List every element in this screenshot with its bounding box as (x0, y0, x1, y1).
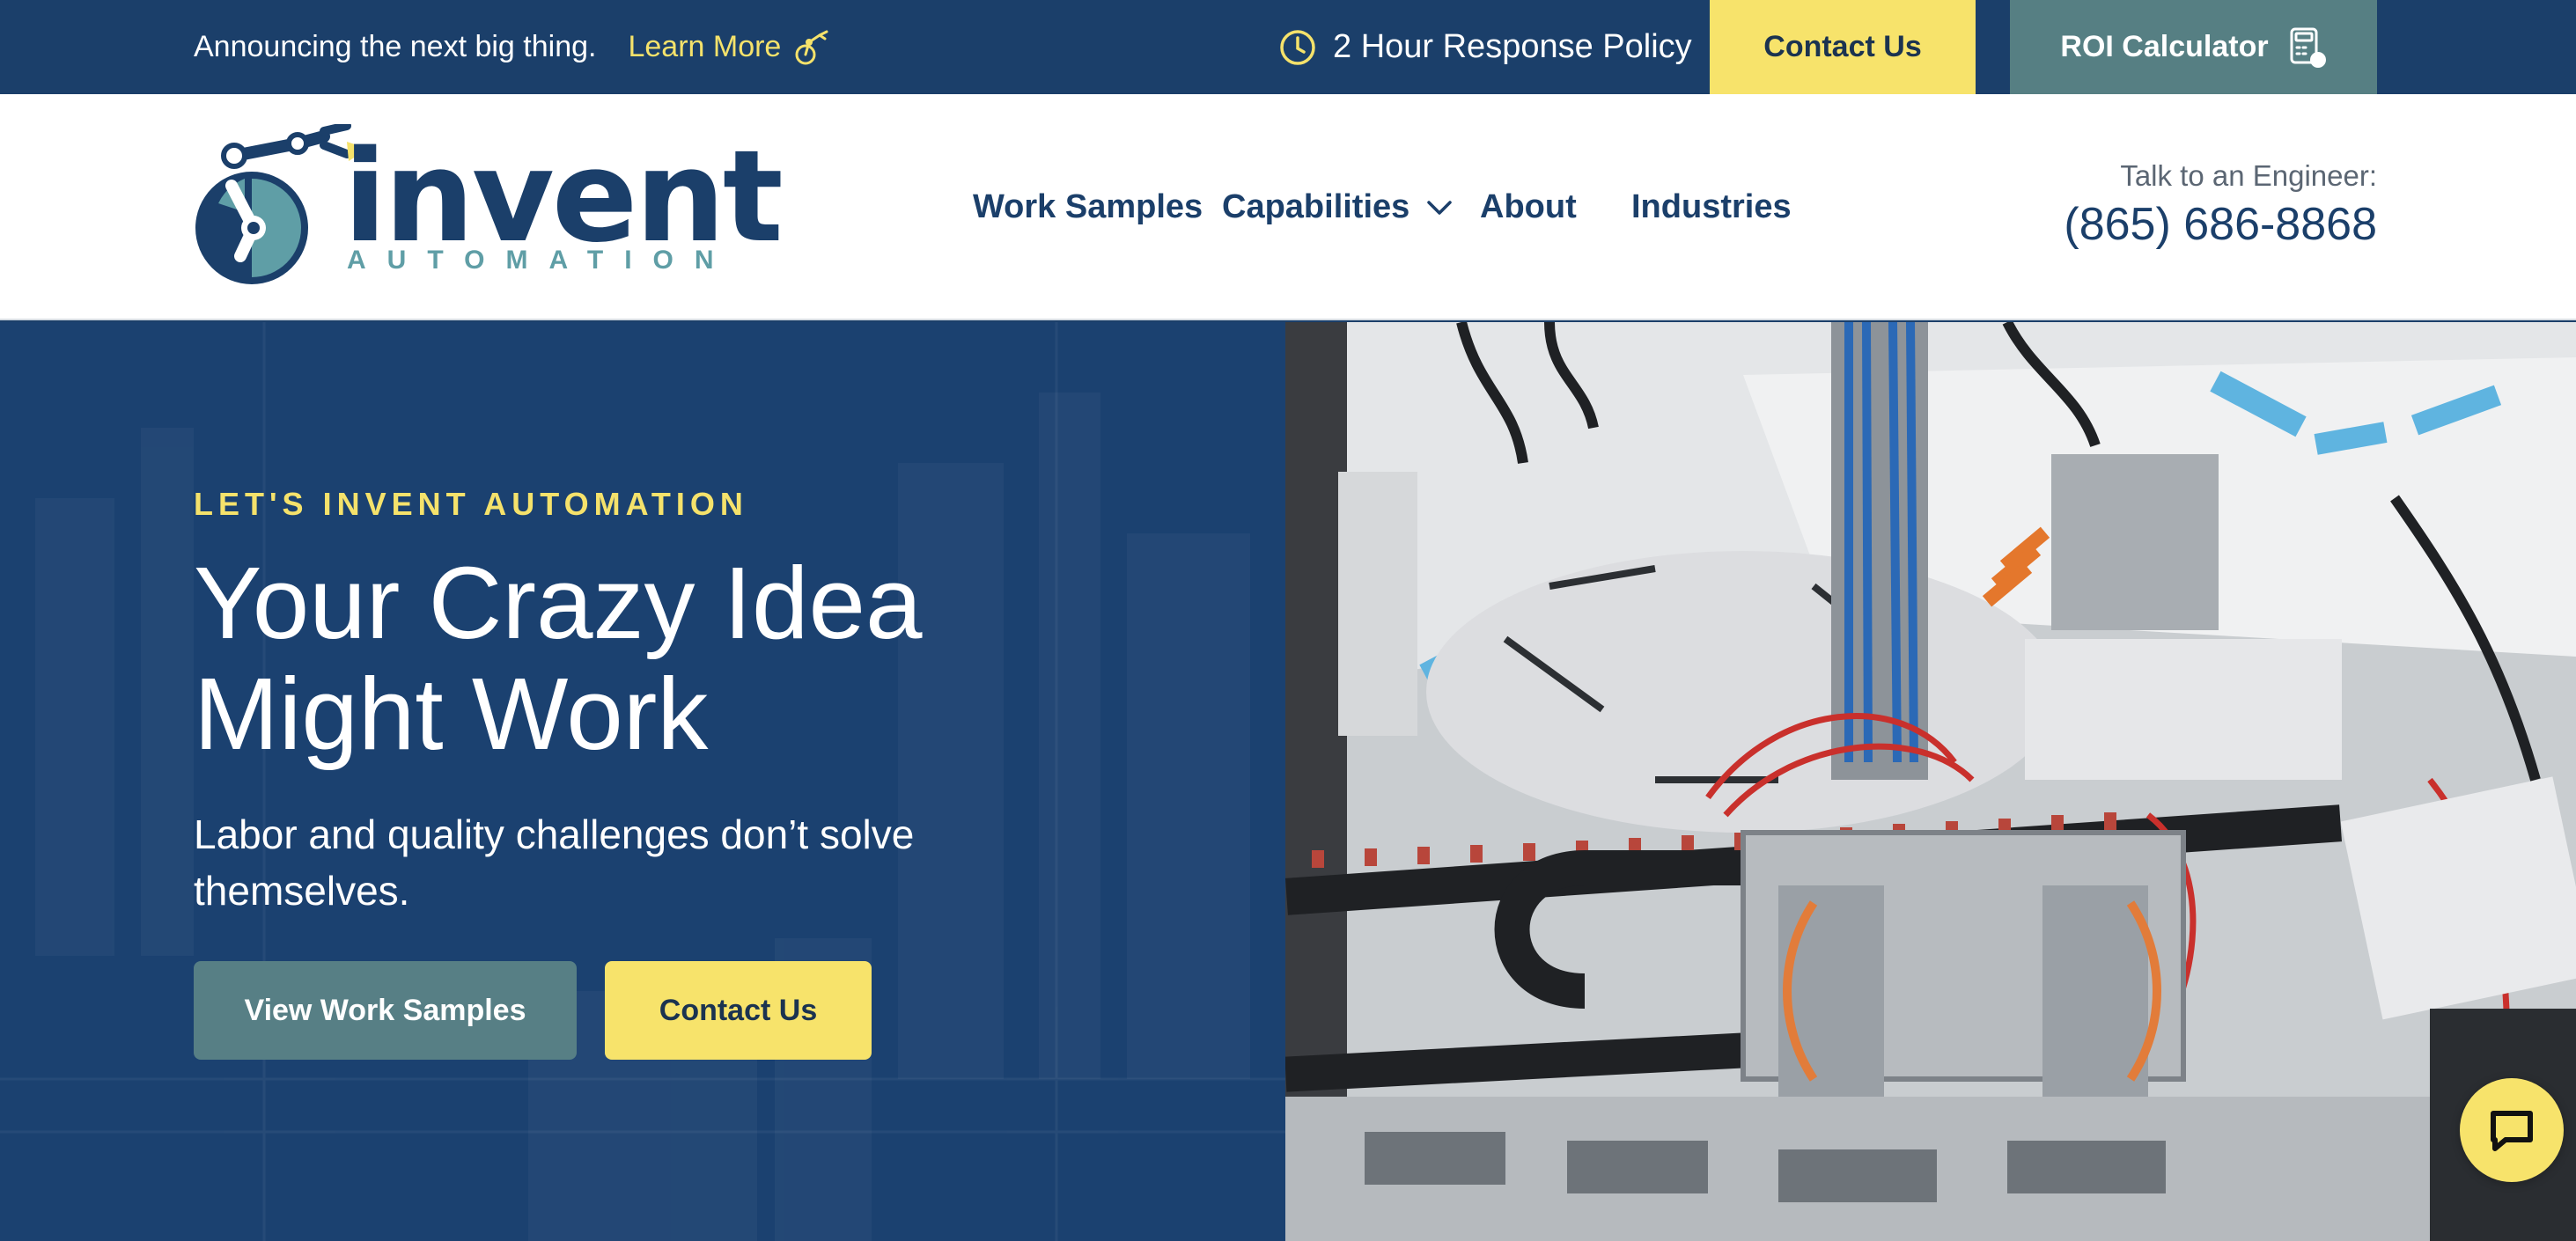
engineer-label: Talk to an Engineer: (2120, 159, 2377, 192)
hero-headline-line-1: Your Crazy Idea (194, 546, 923, 660)
response-policy-text: 2 Hour Response Policy (1333, 28, 1692, 65)
nav-about[interactable]: About (1480, 94, 1577, 320)
chat-widget-button[interactable] (2460, 1078, 2564, 1182)
response-policy: 2 Hour Response Policy (1278, 0, 1692, 94)
hero-subhead: Labor and quality challenges don’t solve… (194, 811, 915, 914)
top-contact-label: Contact Us (1763, 30, 1922, 63)
hero-headline-line-2: Might Work (194, 657, 709, 771)
nav-work-samples[interactable]: Work Samples (973, 94, 1203, 320)
nav-industries[interactable]: Industries (1631, 94, 1792, 320)
hero-machine-video (1285, 322, 2576, 1241)
invent-automation-logo[interactable]: invent AUTOMATION (192, 124, 784, 291)
roi-calculator-button[interactable]: ROI Calculator $ (2010, 0, 2377, 94)
nav-capabilities-label: Capabilities (1222, 188, 1410, 225)
hero-content: LET'S INVENT AUTOMATION Your Crazy Idea … (0, 322, 1285, 1241)
automation-machine-image (1285, 322, 2576, 1241)
nav-work-samples-label: Work Samples (973, 188, 1203, 225)
nav-capabilities[interactable]: Capabilities (1222, 94, 1455, 320)
announcement-bar: Announcing the next big thing. Learn Mor… (0, 0, 2576, 94)
hero-headline: Your Crazy Idea Might Work (194, 547, 1162, 769)
hero-background-pattern (0, 322, 1285, 1241)
roi-calculator-label: ROI Calculator (2060, 30, 2269, 63)
svg-text:$: $ (2314, 54, 2322, 68)
learn-more-label: Learn More (628, 30, 782, 63)
hero-eyebrow: LET'S INVENT AUTOMATION (194, 486, 748, 522)
view-work-samples-button[interactable]: View Work Samples (194, 961, 577, 1060)
robot-arm-icon (795, 30, 828, 64)
top-contact-button[interactable]: Contact Us (1710, 0, 1976, 94)
chat-bubble-icon (2491, 1111, 2533, 1151)
announcement-text: Announcing the next big thing. (194, 30, 597, 63)
calculator-icon: $ (2290, 27, 2326, 69)
chevron-down-icon (1427, 200, 1453, 215)
engineer-phone-link[interactable]: (865) 686-8868 (2064, 198, 2377, 251)
view-work-samples-label: View Work Samples (244, 993, 526, 1027)
clock-icon (1280, 29, 1315, 65)
announcement: Announcing the next big thing. Learn Mor… (194, 0, 832, 94)
engineer-contact: Talk to an Engineer: (865) 686-8868 (2064, 159, 2377, 251)
hero-contact-label: Contact Us (659, 993, 818, 1027)
learn-more-link[interactable]: Learn More (628, 26, 832, 69)
nav-about-label: About (1480, 188, 1577, 225)
nav-industries-label: Industries (1631, 188, 1792, 225)
logo-subtitle: AUTOMATION (347, 246, 735, 275)
hero-contact-button[interactable]: Contact Us (605, 961, 872, 1060)
logo-wordmark: invent (343, 122, 784, 270)
